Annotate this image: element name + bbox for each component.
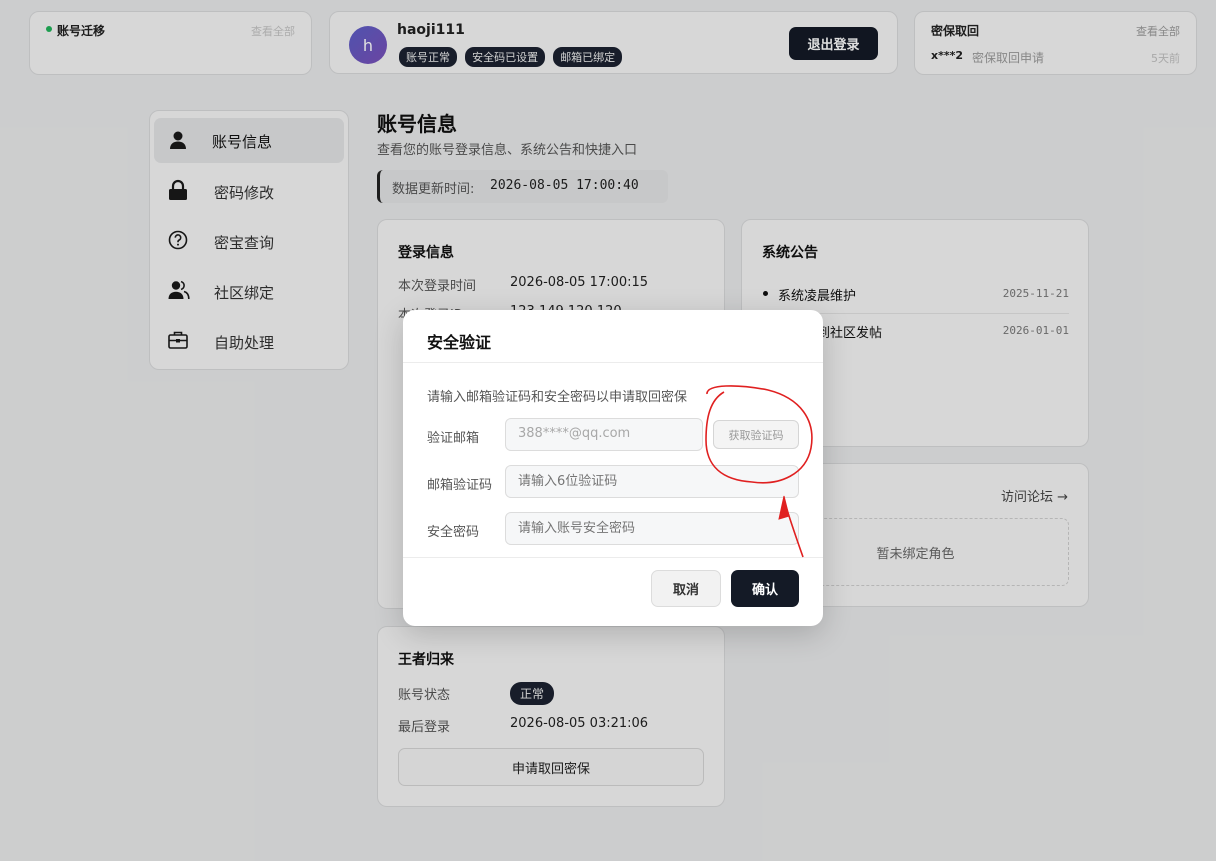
- modal-description: 请输入邮箱验证码和安全密码以申请取回密保: [427, 390, 688, 405]
- modal-footer-divider: [403, 557, 823, 558]
- email-code-input[interactable]: [505, 465, 799, 498]
- email-code-label: 邮箱验证码: [427, 478, 493, 493]
- modal-title: 安全验证: [427, 333, 492, 352]
- confirm-button[interactable]: 确认: [731, 570, 799, 607]
- email-label: 验证邮箱: [427, 431, 480, 446]
- modal-header-divider: [403, 362, 823, 363]
- cancel-button[interactable]: 取消: [651, 570, 721, 607]
- email-field[interactable]: 388****@qq.com: [505, 418, 703, 451]
- security-verification-modal: 安全验证 请输入邮箱验证码和安全密码以申请取回密保 验证邮箱 388****@q…: [403, 310, 823, 626]
- get-code-button[interactable]: 获取验证码: [713, 420, 799, 449]
- security-password-input[interactable]: [505, 512, 799, 545]
- security-password-label: 安全密码: [427, 525, 480, 540]
